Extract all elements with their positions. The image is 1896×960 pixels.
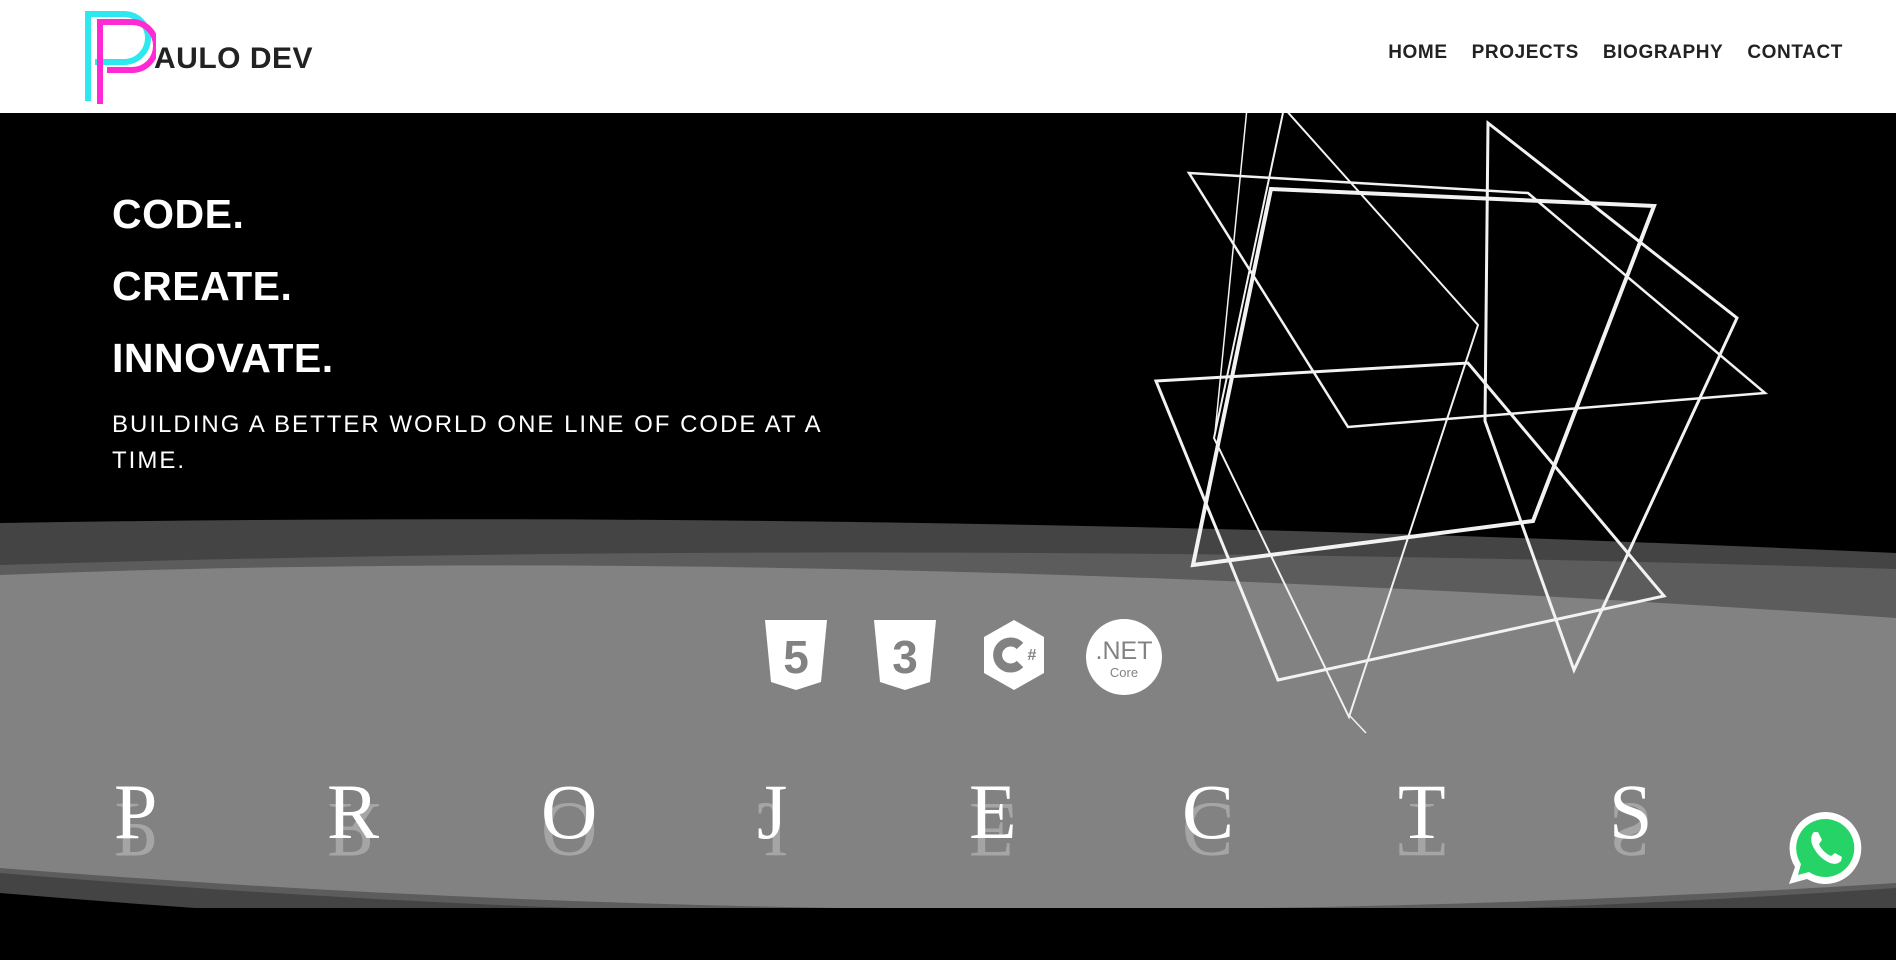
- css3-label: 3: [892, 631, 918, 683]
- logo-p-icon: [85, 11, 156, 104]
- html5-icon: 5: [765, 620, 827, 690]
- projects-reflection-s: S: [1609, 787, 1653, 874]
- hero-tagline: BUILDING A BETTER WORLD ONE LINE OF CODE…: [112, 411, 822, 474]
- whatsapp-icon: [1789, 811, 1862, 884]
- headline-innovate: INNOVATE.: [112, 335, 334, 381]
- projects-reflection-t: T: [1398, 787, 1446, 874]
- html5-label: 5: [783, 631, 809, 683]
- projects-reflection-r: R: [327, 787, 380, 874]
- top-navbar: AULO DEV HOME PROJECTS BIOGRAPHY CONTACT: [0, 0, 1896, 113]
- nav-biography-link[interactable]: BIOGRAPHY: [1603, 42, 1723, 64]
- projects-reflection-o: O: [541, 787, 598, 874]
- html5-badge: 5: [763, 618, 829, 692]
- hero-section: CODE. CREATE. INNOVATE. BUILDING A BETTE…: [0, 113, 1896, 960]
- dotnet-core-sublabel: Core: [1110, 665, 1138, 680]
- nav-projects-link[interactable]: PROJECTS: [1472, 42, 1579, 64]
- css3-badge: 3: [872, 618, 938, 692]
- projects-reflection-j: J: [757, 787, 788, 874]
- csharp-icon: #: [984, 620, 1044, 690]
- headline-code: CODE.: [112, 191, 245, 237]
- whatsapp-button[interactable]: [1785, 808, 1865, 888]
- nav-contact-link[interactable]: CONTACT: [1747, 42, 1843, 64]
- brand-name: AULO DEV: [154, 42, 314, 75]
- dotnet-core-badge: .NET Core: [1085, 618, 1163, 696]
- projects-heading: P R O J E C T S P R O J E C T S: [0, 773, 1896, 913]
- brand-logo[interactable]: AULO DEV: [80, 6, 313, 106]
- dotnet-core-icon: .NET Core: [1086, 619, 1162, 695]
- csharp-badge: #: [980, 618, 1048, 692]
- headline-create: CREATE.: [112, 263, 293, 309]
- projects-reflection-c: C: [1182, 787, 1235, 874]
- csharp-label: #: [1028, 647, 1037, 664]
- projects-reflection-e: E: [969, 787, 1017, 874]
- main-navigation: HOME PROJECTS BIOGRAPHY CONTACT: [1388, 42, 1843, 64]
- css3-icon: 3: [874, 620, 936, 690]
- nav-home-link[interactable]: HOME: [1388, 42, 1447, 64]
- projects-reflection-p: P: [114, 787, 158, 874]
- dotnet-label: .NET: [1096, 637, 1153, 665]
